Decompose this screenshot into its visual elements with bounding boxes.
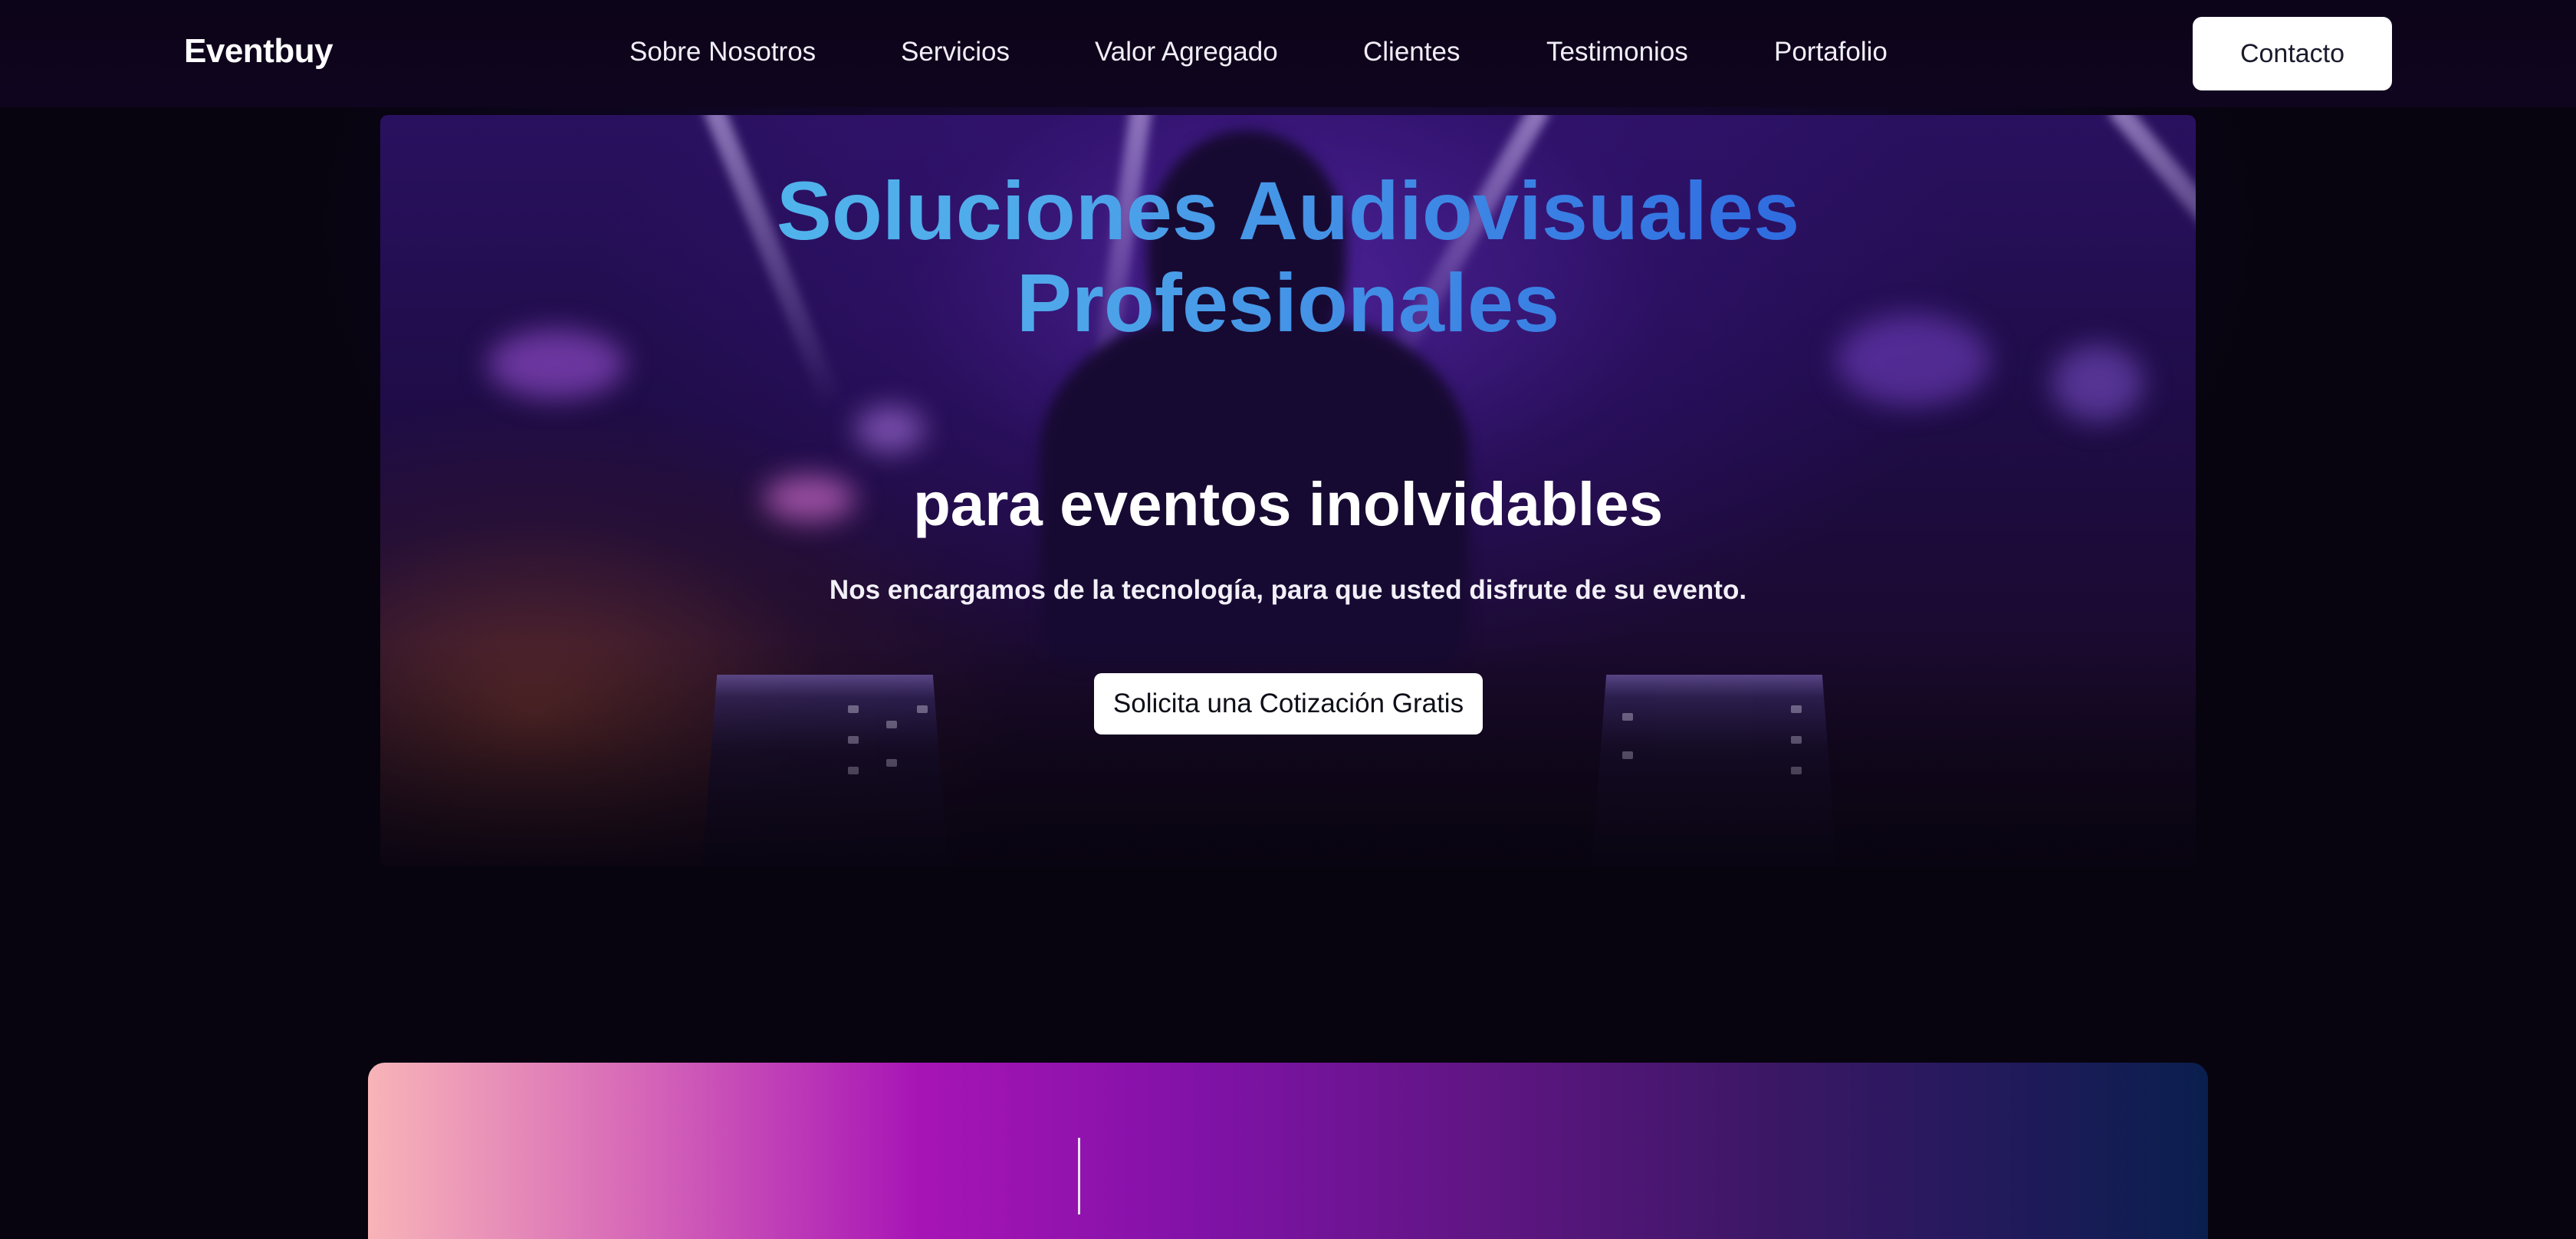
hero-title-line-2: Profesionales — [1016, 256, 1560, 349]
hero-title: Soluciones Audiovisuales Profesionales — [0, 165, 2576, 349]
nav-link-sobre-nosotros[interactable]: Sobre Nosotros — [629, 37, 816, 67]
nav-link-portafolio[interactable]: Portafolio — [1774, 37, 1888, 67]
nav-link-testimonios[interactable]: Testimonios — [1546, 37, 1688, 67]
hero-description: Nos encargamos de la tecnología, para qu… — [829, 575, 1747, 605]
hero-title-line-1: Soluciones Audiovisuales — [776, 164, 1800, 257]
hero-subtitle: para eventos inolvidables — [912, 470, 1664, 538]
nav-link-servicios[interactable]: Servicios — [901, 37, 1010, 67]
top-navbar: Eventbuy Sobre Nosotros Servicios Valor … — [0, 0, 2576, 107]
nav-link-valor-agregado[interactable]: Valor Agregado — [1095, 37, 1278, 67]
request-quote-button[interactable]: Solicita una Cotización Gratis — [1094, 673, 1483, 735]
contact-button[interactable]: Contacto — [2193, 17, 2392, 90]
nav-link-clientes[interactable]: Clientes — [1363, 37, 1460, 67]
main-navigation: Sobre Nosotros Servicios Valor Agregado … — [0, 0, 2576, 107]
section-divider — [1078, 1138, 1080, 1214]
